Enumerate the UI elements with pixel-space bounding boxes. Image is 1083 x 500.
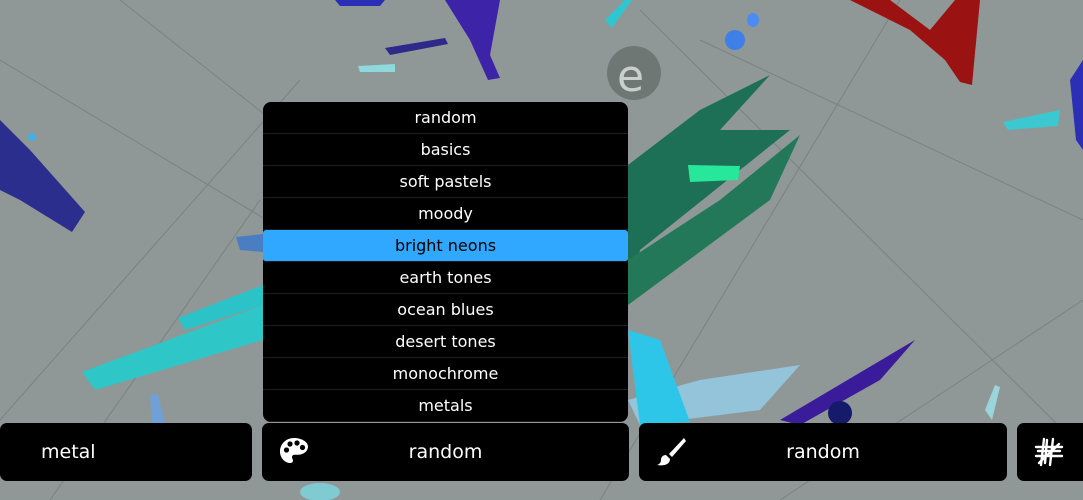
stroke-indigo-top <box>385 38 448 55</box>
stroke-purple-top <box>445 0 500 80</box>
paint-blob-cyan-small <box>28 133 36 141</box>
palette-option-bright-neons[interactable]: bright neons <box>263 230 628 262</box>
stroke-blue-top <box>335 0 385 6</box>
paint-blob-blue <box>725 30 745 50</box>
texture-select-label: metal <box>41 441 96 463</box>
stroke-red <box>850 0 980 85</box>
palette-dropdown: random basics soft pastels moody bright neon… <box>263 102 628 422</box>
texture-select-button[interactable]: metal <box>0 423 252 481</box>
palette-option-desert-tones[interactable]: desert tones <box>263 326 628 358</box>
stroke-navy-left <box>0 120 85 232</box>
brush-select-label: random <box>786 441 860 463</box>
palette-option-random[interactable]: random <box>263 102 628 134</box>
paint-blob-blue-small <box>747 13 759 27</box>
palette-option-metals[interactable]: metals <box>263 390 628 422</box>
paint-blob-navy <box>828 401 852 425</box>
palette-option-earth-tones[interactable]: earth tones <box>263 262 628 294</box>
stroke-cyan-right <box>1003 110 1060 130</box>
brush-select-button[interactable]: random <box>639 423 1007 481</box>
stroke-steel-left <box>236 234 263 252</box>
stroke-blue-small-left <box>150 394 165 423</box>
palette-option-soft-pastels[interactable]: soft pastels <box>263 166 628 198</box>
stroke-lightcyan-top <box>358 64 395 72</box>
stroke-cyan-small-bottom <box>985 385 1000 420</box>
grid-toggle-button[interactable] <box>1017 423 1083 481</box>
palette-option-moody[interactable]: moody <box>263 198 628 230</box>
stroke-cyan-top <box>605 0 632 28</box>
palette-select-button[interactable]: random <box>262 423 629 481</box>
e-logo-icon: e <box>607 46 661 102</box>
svg-text:e: e <box>617 51 644 102</box>
paint-blob-lightcyan <box>300 483 340 500</box>
palette-option-basics[interactable]: basics <box>263 134 628 166</box>
palette-option-monochrome[interactable]: monochrome <box>263 358 628 390</box>
palette-select-label: random <box>408 441 483 463</box>
stroke-cyan-left <box>82 305 263 390</box>
stroke-neon-green <box>688 165 740 182</box>
palette-option-ocean-blues[interactable]: ocean blues <box>263 294 628 326</box>
hashtag-scribble-icon <box>1034 437 1064 467</box>
stroke-navy-right <box>1070 60 1083 150</box>
